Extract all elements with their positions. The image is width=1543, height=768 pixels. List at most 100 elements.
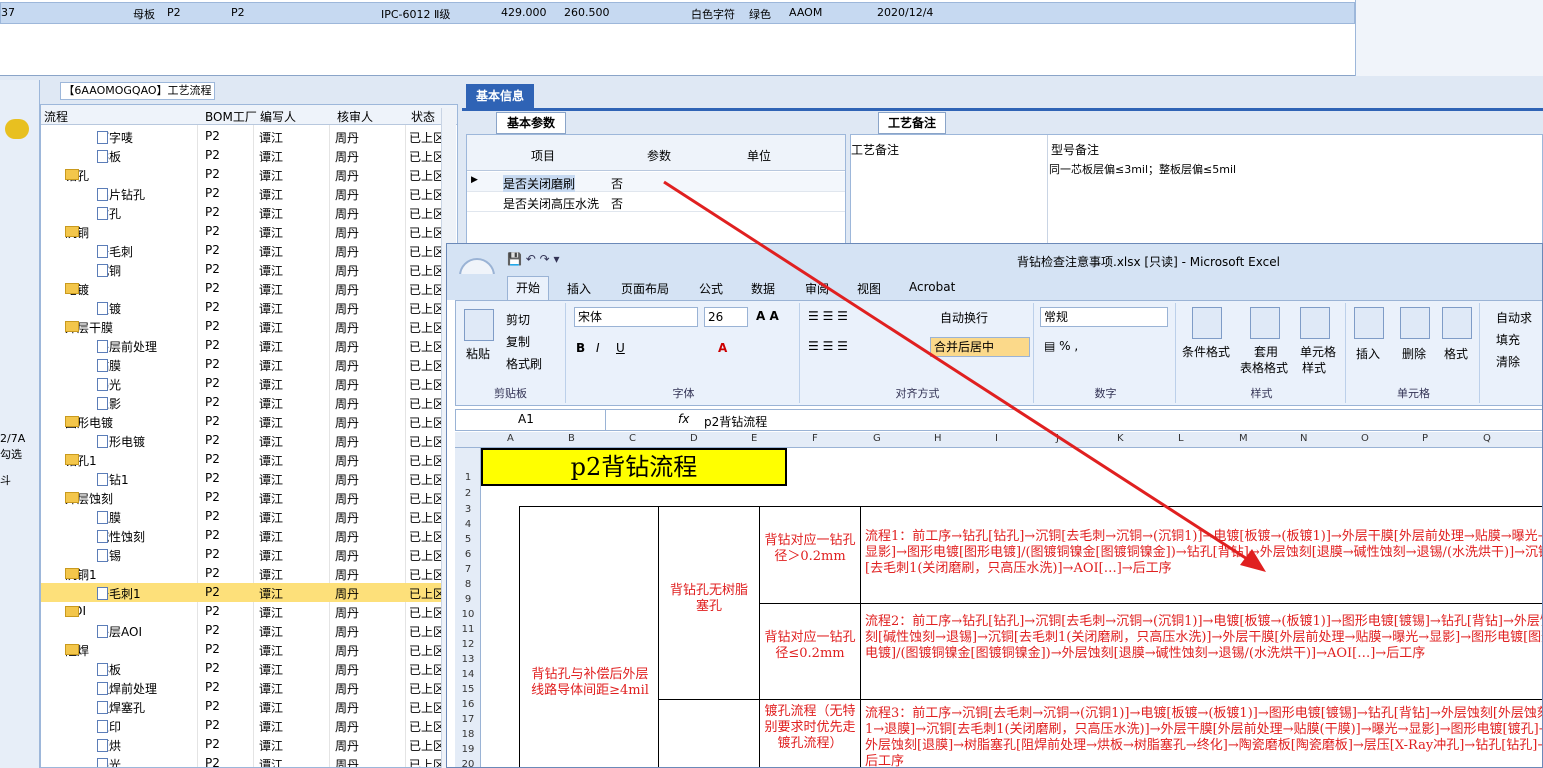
tab-data[interactable]: 数据 bbox=[751, 280, 775, 297]
cell-style-icon[interactable] bbox=[1300, 307, 1330, 339]
row-header[interactable]: 1 bbox=[455, 472, 481, 483]
row-header[interactable]: 18 bbox=[455, 729, 481, 740]
cell-flow-3[interactable]: 流程3：前工序→沉铜[去毛刺→沉铜→(沉铜1)]→电镀[板镀→(板镀1)]→图形… bbox=[860, 699, 1542, 767]
wrap-text-button[interactable]: 自动换行 bbox=[940, 309, 988, 326]
col-header-flow[interactable]: 流程 bbox=[44, 108, 68, 125]
param-row[interactable]: ▶ 是否关闭磨刷 否 bbox=[467, 172, 845, 192]
table-format-button-line2[interactable]: 表格格式 bbox=[1240, 359, 1288, 376]
row-header[interactable]: 17 bbox=[455, 714, 481, 725]
underline-icon[interactable]: U bbox=[616, 341, 625, 355]
row-header[interactable]: 11 bbox=[455, 624, 481, 635]
tab-insert[interactable]: 插入 bbox=[567, 280, 591, 297]
excel-window[interactable]: 💾 ↶ ↷ ▾ 背钻检查注意事项.xlsx [只读] - Microsoft E… bbox=[446, 243, 1543, 768]
tree-row[interactable]: −钻孔1 P2 谭江 周丹 已上区 bbox=[41, 450, 457, 469]
tree-row[interactable]: −沉铜1 P2 谭江 周丹 已上区 bbox=[41, 564, 457, 583]
tree-row[interactable]: −钻孔 P2 谭江 周丹 已上区 bbox=[41, 165, 457, 184]
col-header-param[interactable]: 参数 bbox=[647, 147, 671, 164]
tree-row[interactable]: 烘板 P2 谭江 周丹 已上区 bbox=[41, 659, 457, 678]
tab-page-layout[interactable]: 页面布局 bbox=[621, 280, 669, 297]
tab-base-info[interactable]: 基本信息 bbox=[466, 84, 534, 108]
column-header[interactable]: A bbox=[507, 433, 514, 444]
tree-row[interactable]: 碱性蚀刻 P2 谭江 周丹 已上区 bbox=[41, 526, 457, 545]
paste-icon[interactable] bbox=[464, 309, 494, 341]
col-header-item[interactable]: 项目 bbox=[531, 147, 555, 164]
param-value[interactable]: 否 bbox=[611, 195, 623, 212]
column-header[interactable]: L bbox=[1178, 433, 1184, 444]
row-header[interactable]: 9 bbox=[455, 594, 481, 605]
column-header[interactable]: H bbox=[934, 433, 942, 444]
font-size-combo[interactable]: 26 bbox=[704, 307, 748, 327]
tree-row[interactable]: 烘板 P2 谭江 周丹 已上区 bbox=[41, 146, 457, 165]
tree-row[interactable]: −电镀 P2 谭江 周丹 已上区 bbox=[41, 279, 457, 298]
row-header[interactable]: 15 bbox=[455, 684, 481, 695]
autosum-button[interactable]: 自动求 bbox=[1496, 309, 1532, 326]
model-note-text[interactable]: 同一芯板层偏≤3mil；整板层偏≤5mil bbox=[1049, 161, 1543, 179]
cell-flow-2[interactable]: 流程2：前工序→钻孔[钻孔]→沉铜[去毛刺→沉铜→(沉铜1)]→电镀[板镀→(板… bbox=[860, 603, 1542, 700]
align-horizontal-icon[interactable]: ☰ ☰ ☰ bbox=[808, 339, 848, 353]
column-header[interactable]: D bbox=[690, 433, 698, 444]
delete-button[interactable]: 删除 bbox=[1402, 345, 1426, 362]
col-header-status[interactable]: 状态 bbox=[411, 108, 435, 125]
tree-row[interactable]: 退锡 P2 谭江 周丹 已上区 bbox=[41, 545, 457, 564]
row-header[interactable]: 13 bbox=[455, 654, 481, 665]
delete-cells-icon[interactable] bbox=[1400, 307, 1430, 339]
merged-cell-no-resin[interactable]: 背钻孔无树脂塞孔 bbox=[658, 506, 760, 700]
tree-row[interactable]: 显影 P2 谭江 周丹 已上区 bbox=[41, 393, 457, 412]
clear-button[interactable]: 清除 bbox=[1496, 353, 1520, 370]
insert-cells-icon[interactable] bbox=[1354, 307, 1384, 339]
cell-a1-title[interactable]: p2背钻流程 bbox=[481, 448, 787, 486]
number-format-combo[interactable]: 常规 bbox=[1040, 307, 1168, 327]
tree-row[interactable]: 外层前处理 P2 谭江 周丹 已上区 bbox=[41, 336, 457, 355]
fill-button[interactable]: 填充 bbox=[1496, 331, 1520, 348]
tree-row[interactable]: 去毛刺1 P2 谭江 周丹 已上区 bbox=[41, 583, 457, 602]
column-header[interactable]: I bbox=[995, 433, 998, 444]
tab-formulas[interactable]: 公式 bbox=[699, 280, 723, 297]
tree-row[interactable]: −图形电镀 P2 谭江 周丹 已上区 bbox=[41, 412, 457, 431]
column-header[interactable]: F bbox=[812, 433, 818, 444]
process-flow-tree[interactable]: 流程 BOM工厂 编写人 核审人 状态 打字唛 P2 谭江 周丹 已上区 烘板 P2 谭江 周丹… bbox=[40, 104, 458, 768]
tree-row[interactable]: 丝印 P2 谭江 周丹 已上区 bbox=[41, 716, 457, 735]
tree-row[interactable]: 贴膜 P2 谭江 周丹 已上区 bbox=[41, 355, 457, 374]
italic-icon[interactable]: I bbox=[596, 341, 600, 355]
cut-button[interactable]: 剪切 bbox=[506, 311, 530, 328]
tree-row[interactable]: 退膜 P2 谭江 周丹 已上区 bbox=[41, 507, 457, 526]
tree-row[interactable]: 阻焊塞孔 P2 谭江 周丹 已上区 bbox=[41, 697, 457, 716]
tree-row[interactable]: 板镀 P2 谭江 周丹 已上区 bbox=[41, 298, 457, 317]
tab-base-params[interactable]: 基本参数 bbox=[496, 112, 566, 134]
tree-row[interactable]: 阻焊前处理 P2 谭江 周丹 已上区 bbox=[41, 678, 457, 697]
tab-review[interactable]: 审阅 bbox=[805, 280, 829, 297]
conditional-format-button[interactable]: 条件格式 bbox=[1182, 343, 1230, 360]
column-header[interactable]: N bbox=[1300, 433, 1307, 444]
row-header[interactable]: 8 bbox=[455, 579, 481, 590]
tree-panel-tab[interactable]: 【6AAOMOGQAO】工艺流程 bbox=[60, 82, 215, 100]
tree-row[interactable]: −AOI P2 谭江 周丹 已上区 bbox=[41, 602, 457, 621]
row-header[interactable]: 6 bbox=[455, 549, 481, 560]
tree-row[interactable]: −沉铜 P2 谭江 周丹 已上区 bbox=[41, 222, 457, 241]
column-header[interactable]: E bbox=[751, 433, 757, 444]
row-header[interactable]: 12 bbox=[455, 639, 481, 650]
column-header[interactable]: C bbox=[629, 433, 636, 444]
row-header[interactable]: 16 bbox=[455, 699, 481, 710]
formula-input[interactable]: p2背钻流程 bbox=[704, 413, 767, 430]
tree-row[interactable]: 背钻1 P2 谭江 周丹 已上区 bbox=[41, 469, 457, 488]
column-header[interactable]: B bbox=[568, 433, 575, 444]
tree-row[interactable]: 图形电镀 P2 谭江 周丹 已上区 bbox=[41, 431, 457, 450]
column-header[interactable]: K bbox=[1117, 433, 1124, 444]
column-header[interactable]: G bbox=[873, 433, 881, 444]
column-header[interactable]: M bbox=[1239, 433, 1248, 444]
cell-style-button[interactable]: 单元格 bbox=[1300, 343, 1336, 360]
top-grid-selected-row[interactable]: 37 母板 P2 P2 IPC-6012 Ⅱ级 429.000 260.500 … bbox=[0, 2, 1355, 24]
conditional-format-icon[interactable] bbox=[1192, 307, 1222, 339]
col-header-bom[interactable]: BOM工厂 bbox=[205, 108, 257, 125]
bold-icon[interactable]: B bbox=[576, 341, 585, 355]
fx-icon[interactable]: fx bbox=[678, 412, 689, 426]
tab-process-notes[interactable]: 工艺备注 bbox=[878, 112, 946, 134]
col-header-unit[interactable]: 单位 bbox=[747, 147, 771, 164]
font-grow-shrink-icon[interactable]: A A bbox=[756, 309, 779, 323]
table-format-button[interactable]: 套用 bbox=[1254, 343, 1278, 360]
col-header-reviewer[interactable]: 核审人 bbox=[337, 108, 373, 125]
param-row[interactable]: 是否关闭高压水洗 否 bbox=[467, 192, 845, 212]
merge-center-button[interactable]: 合并后居中 bbox=[930, 337, 1030, 357]
row-header[interactable]: 2 bbox=[455, 488, 481, 499]
tree-row[interactable]: 预烘 P2 谭江 周丹 已上区 bbox=[41, 735, 457, 754]
